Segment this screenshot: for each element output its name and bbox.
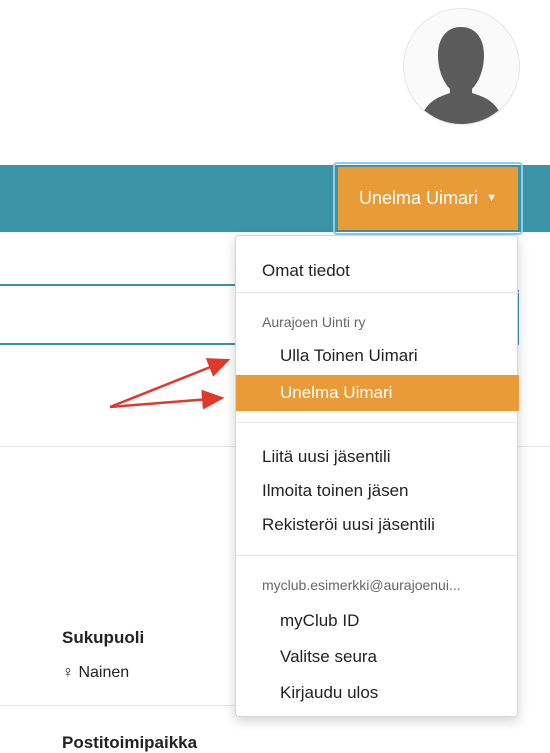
- menu-account-email: myclub.esimerkki@aurajoenui...: [262, 577, 461, 593]
- menu-item-member-active[interactable]: Unelma Uimari: [236, 375, 519, 411]
- input-border-top: [0, 284, 236, 286]
- menu-item-register-other[interactable]: Ilmoita toinen jäsen: [236, 475, 519, 507]
- gender-value: ♀ Nainen: [62, 664, 130, 681]
- menu-divider: [236, 555, 519, 556]
- divider: [0, 446, 236, 447]
- caret-down-icon: ▼: [486, 192, 497, 204]
- menu-item-logout[interactable]: Kirjaudu ulos: [236, 677, 519, 709]
- menu-item-own-info[interactable]: Omat tiedot: [236, 256, 519, 286]
- menu-item-new-account[interactable]: Rekisteröi uusi jäsentili: [236, 509, 519, 541]
- menu-item-link-account[interactable]: Liitä uusi jäsentili: [236, 441, 519, 473]
- menu-divider: [236, 292, 519, 293]
- menu-item-member[interactable]: Ulla Toinen Uimari: [236, 340, 519, 372]
- menu-divider: [236, 422, 519, 423]
- user-menu-button[interactable]: Unelma Uimari ▼: [338, 167, 518, 230]
- menu-header-club: Aurajoen Uinti ry: [262, 314, 366, 330]
- user-menu-label: Unelma Uimari: [359, 188, 479, 208]
- avatar[interactable]: [403, 8, 520, 125]
- city-label: Postitoimipaikka: [62, 733, 198, 752]
- menu-item-select-club[interactable]: Valitse seura: [236, 641, 519, 673]
- divider: [518, 446, 550, 447]
- menu-item-myclub-id[interactable]: myClub ID: [236, 605, 519, 637]
- divider: [0, 705, 236, 706]
- user-silhouette-icon: [419, 27, 504, 124]
- user-dropdown-menu: Omat tiedot Aurajoen Uinti ry Ulla Toine…: [235, 235, 519, 717]
- gender-label: Sukupuoli: [62, 628, 145, 647]
- input-border-bottom: [0, 343, 236, 345]
